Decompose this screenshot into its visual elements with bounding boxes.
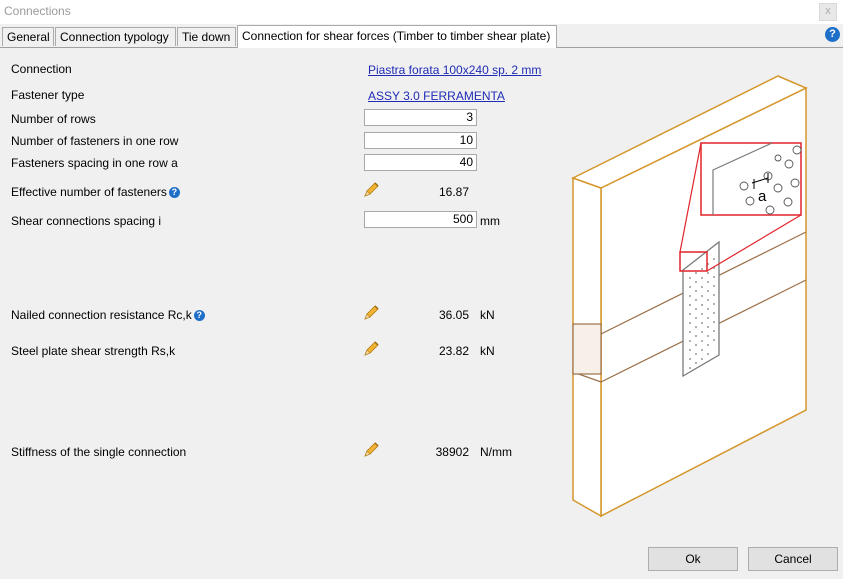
rows-label: Number of rows	[11, 112, 96, 126]
nailed-resistance-text: Nailed connection resistance Rc,k	[11, 308, 192, 322]
nailed-resistance-label: Nailed connection resistance Rc,k?	[11, 308, 205, 322]
spacing-input[interactable]: 40	[364, 154, 477, 171]
window-title: Connections	[4, 4, 71, 18]
help-icon[interactable]: ?	[168, 187, 180, 198]
effective-fasteners-text: Effective number of fasteners	[11, 185, 167, 199]
rows-input[interactable]: 3	[364, 109, 477, 126]
detail-dimension-label: a	[758, 188, 767, 205]
tab-strip: General Connection typology Tie down Con…	[0, 25, 843, 48]
pencil-icon[interactable]	[362, 181, 380, 199]
stiffness-label: Stiffness of the single connection	[11, 445, 187, 459]
pencil-icon[interactable]	[362, 340, 380, 358]
pencil-icon[interactable]	[362, 304, 380, 322]
steel-strength-value: 23.82	[438, 344, 469, 358]
help-icon[interactable]: ?	[193, 310, 205, 321]
tab-shear-connection[interactable]: Connection for shear forces (Timber to t…	[237, 25, 557, 48]
fastener-type-link[interactable]: ASSY 3.0 FERRAMENTA	[368, 89, 505, 103]
connection-label: Connection	[11, 62, 72, 76]
stiffness-unit: N/mm	[480, 445, 512, 459]
connection-link[interactable]: Piastra forata 100x240 sp. 2 mm	[368, 63, 541, 77]
ok-button[interactable]: Ok	[648, 547, 738, 571]
shear-spacing-label: Shear connections spacing i	[11, 214, 162, 228]
title-bar: Connections x	[0, 0, 843, 24]
spacing-label: Fasteners spacing in one row a	[11, 156, 178, 170]
close-button[interactable]: x	[819, 3, 837, 21]
fastener-type-label: Fastener type	[11, 88, 85, 102]
nailed-resistance-unit: kN	[480, 308, 495, 322]
tab-tie-down[interactable]: Tie down	[177, 27, 236, 46]
steel-strength-unit: kN	[480, 344, 495, 358]
effective-fasteners-value: 16.87	[438, 185, 469, 199]
help-icon[interactable]: ?	[825, 27, 840, 42]
effective-fasteners-label: Effective number of fasteners?	[11, 185, 180, 199]
connection-diagram: a	[571, 75, 808, 518]
nailed-resistance-value: 36.05	[438, 308, 469, 322]
shear-spacing-input[interactable]: 500	[364, 211, 477, 228]
cancel-button[interactable]: Cancel	[748, 547, 838, 571]
stiffness-value: 38902	[435, 445, 469, 459]
shear-spacing-unit: mm	[480, 214, 500, 228]
tab-connection-typology[interactable]: Connection typology	[55, 27, 176, 46]
pencil-icon[interactable]	[362, 441, 380, 459]
fasteners-per-row-input[interactable]: 10	[364, 132, 477, 149]
tab-general[interactable]: General	[2, 27, 54, 46]
fasteners-per-row-label: Number of fasteners in one row	[11, 134, 179, 148]
steel-strength-label: Steel plate shear strength Rs,k	[11, 344, 176, 358]
